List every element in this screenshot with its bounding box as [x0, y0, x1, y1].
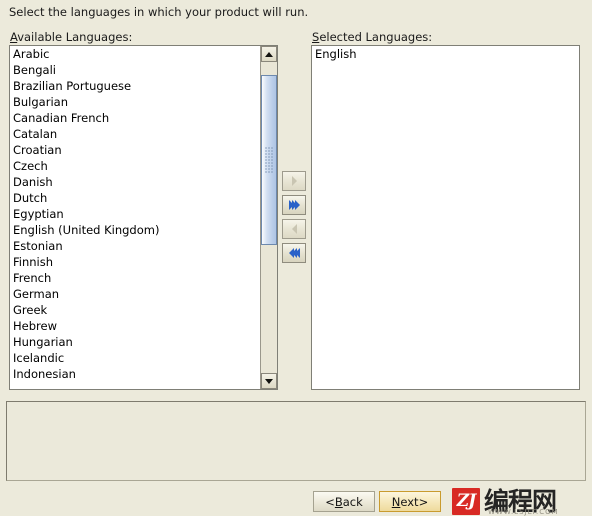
back-button-prefix: < [325, 494, 335, 509]
list-item[interactable]: Bengali [10, 62, 260, 78]
back-button[interactable]: < Back [313, 491, 375, 512]
selected-label-rest: elected Languages: [319, 30, 433, 44]
list-item[interactable]: Greek [10, 302, 260, 318]
list-item[interactable]: Catalan [10, 126, 260, 142]
list-item[interactable]: Icelandic [10, 350, 260, 366]
next-button-mnemonic: N [391, 494, 401, 509]
navigation-button-bar: < Back Next > [313, 491, 441, 512]
selected-languages-list[interactable]: English [312, 46, 579, 389]
chevron-double-left-icon [288, 248, 300, 258]
scrollbar-down-button[interactable] [261, 373, 277, 389]
list-item[interactable]: Finnish [10, 254, 260, 270]
list-item[interactable]: Canadian French [10, 110, 260, 126]
selected-languages-listbox[interactable]: English [311, 45, 580, 390]
triangle-up-icon [265, 51, 273, 57]
chevron-left-icon [291, 224, 297, 234]
next-button[interactable]: Next > [379, 491, 441, 512]
message-panel [6, 401, 586, 481]
selected-languages-label: Selected Languages: [312, 30, 432, 44]
list-item[interactable]: Bulgarian [10, 94, 260, 110]
chevron-right-icon [291, 176, 297, 186]
list-item[interactable]: Croatian [10, 142, 260, 158]
remove-selected-button [282, 219, 306, 239]
back-button-mnemonic: B [334, 494, 343, 509]
chevron-double-right-icon [288, 200, 300, 210]
list-item[interactable]: Danish [10, 174, 260, 190]
list-item[interactable]: Hungarian [10, 334, 260, 350]
watermark-subtext: WWW.LSJLT.COM [488, 508, 559, 516]
list-item[interactable]: Hebrew [10, 318, 260, 334]
transfer-button-group [282, 171, 306, 263]
list-item[interactable]: German [10, 286, 260, 302]
list-item[interactable]: Arabic [10, 46, 260, 62]
list-item[interactable]: Egyptian [10, 206, 260, 222]
remove-all-button[interactable] [282, 243, 306, 263]
triangle-down-icon [265, 378, 273, 384]
list-item[interactable]: Dutch [10, 190, 260, 206]
list-item[interactable]: Czech [10, 158, 260, 174]
scrollbar-grip-icon [265, 147, 273, 173]
list-item[interactable]: English (United Kingdom) [10, 222, 260, 238]
back-button-rest: ack [342, 494, 363, 509]
scrollbar-up-button[interactable] [261, 46, 277, 62]
watermark-badge-icon: ZJ [452, 487, 480, 515]
available-languages-listbox[interactable]: Arabic Bengali Brazilian Portuguese Bulgari… [9, 45, 278, 390]
next-button-rest: ext [400, 494, 419, 509]
list-item[interactable]: Brazilian Portuguese [10, 78, 260, 94]
add-all-button[interactable] [282, 195, 306, 215]
scrollbar-track[interactable] [261, 62, 277, 373]
instruction-text: Select the languages in which your produ… [9, 5, 309, 19]
list-item[interactable]: French [10, 270, 260, 286]
list-item[interactable]: Indonesian [10, 366, 260, 382]
available-languages-list[interactable]: Arabic Bengali Brazilian Portuguese Bulgari… [10, 46, 260, 389]
available-languages-label: Available Languages: [10, 30, 132, 44]
available-languages-scrollbar[interactable] [260, 46, 277, 389]
next-button-suffix: > [418, 494, 429, 509]
watermark-logo: ZJ 编程网 WWW.LSJLT.COM [452, 486, 559, 516]
list-item[interactable]: English [312, 46, 579, 62]
add-selected-button [282, 171, 306, 191]
scrollbar-thumb[interactable] [261, 75, 277, 245]
available-label-rest: vailable Languages: [17, 30, 133, 44]
list-item[interactable]: Estonian [10, 238, 260, 254]
